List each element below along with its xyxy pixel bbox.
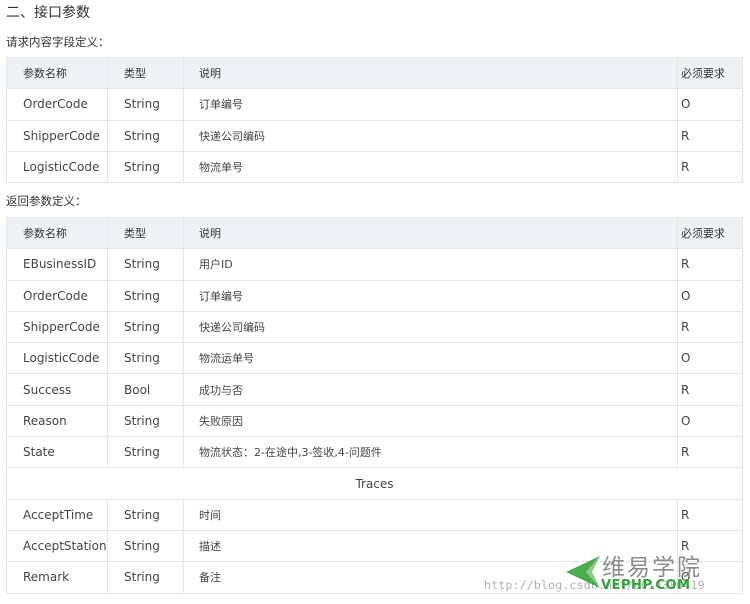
param-type: String [107,119,184,152]
param-description: 成功与否 [183,373,678,406]
param-type: String [107,310,184,344]
param-type: String [107,342,184,375]
param-required: O [677,404,743,438]
param-type: String [107,498,184,531]
param-name: ShipperCode [6,310,108,344]
param-description: 快递公司编码 [183,310,678,344]
table-row: AcceptTime String 时间 R [6,498,743,531]
table-row: OrderCode String 订单编号 O [6,279,743,312]
param-description: 描述 [183,529,678,563]
param-description: 时间 [183,498,678,531]
param-description: 物流状态：2-在途中,3-签收,4-问题件 [183,436,678,469]
param-required: O [677,561,743,594]
param-type: String [107,404,184,438]
param-name: OrderCode [6,279,108,312]
param-name: AcceptTime [6,498,108,531]
param-required: R [677,373,743,406]
table-header-row: 参数名称 类型 说明 必须要求 [6,56,743,90]
param-type: String [107,150,184,184]
param-required: R [677,310,743,344]
request-fields-label: 请求内容字段定义： [6,35,110,49]
param-type: String [107,529,184,563]
param-name: Success [6,373,108,406]
table-row: ShipperCode String 快递公司编码 R [6,119,743,152]
header-description: 说明 [183,56,678,90]
param-type: Bool [107,373,184,406]
param-required: O [677,88,743,121]
param-type: String [107,279,184,312]
table-row: LogisticCode String 物流运单号 O [6,342,743,375]
param-description: 订单编号 [183,279,678,312]
param-description: 物流单号 [183,150,678,184]
param-name: ShipperCode [6,119,108,152]
param-type: String [107,561,184,594]
param-required: O [677,342,743,375]
table-header-row: 参数名称 类型 说明 必须要求 [6,216,743,250]
table-row: Remark String 备注 O [6,561,743,594]
response-params-label: 返回参数定义： [6,194,87,208]
header-type: 类型 [107,56,184,90]
table-row: Success Bool 成功与否 R [6,373,743,406]
param-description: 用户ID [183,248,678,281]
param-type: String [107,248,184,281]
header-description: 说明 [183,216,678,250]
param-type: String [107,436,184,469]
param-description: 备注 [183,561,678,594]
param-description: 物流运单号 [183,342,678,375]
param-name: EBusinessID [6,248,108,281]
param-name: AcceptStation [6,529,108,563]
traces-group-row: Traces [6,467,743,500]
response-params-table: 参数名称 类型 说明 必须要求 EBusinessID String 用户ID … [6,216,743,594]
param-name: OrderCode [6,88,108,121]
header-param-name: 参数名称 [6,56,108,90]
table-row: State String 物流状态：2-在途中,3-签收,4-问题件 R [6,436,743,469]
param-description: 快递公司编码 [183,119,678,152]
table-row: OrderCode String 订单编号 O [6,88,743,121]
table-row: ShipperCode String 快递公司编码 R [6,310,743,344]
header-param-name: 参数名称 [6,216,108,250]
param-required: R [677,119,743,152]
param-name: State [6,436,108,469]
param-required: R [677,529,743,563]
param-description: 失败原因 [183,404,678,438]
header-required: 必须要求 [677,216,743,250]
table-row: EBusinessID String 用户ID R [6,248,743,281]
traces-group-label: Traces [6,467,743,500]
param-type: String [107,88,184,121]
param-name: Remark [6,561,108,594]
param-description: 订单编号 [183,88,678,121]
param-name: Reason [6,404,108,438]
request-params-table: 参数名称 类型 说明 必须要求 OrderCode String 订单编号 O … [6,56,743,184]
param-required: R [677,150,743,184]
param-name: LogisticCode [6,342,108,375]
param-required: O [677,279,743,312]
param-required: R [677,436,743,469]
header-type: 类型 [107,216,184,250]
param-name: LogisticCode [6,150,108,184]
header-required: 必须要求 [677,56,743,90]
param-required: R [677,498,743,531]
section-heading: 二、接口参数 [6,5,90,21]
table-row: LogisticCode String 物流单号 R [6,150,743,184]
param-required: R [677,248,743,281]
table-row: AcceptStation String 描述 R [6,529,743,563]
table-row: Reason String 失败原因 O [6,404,743,438]
